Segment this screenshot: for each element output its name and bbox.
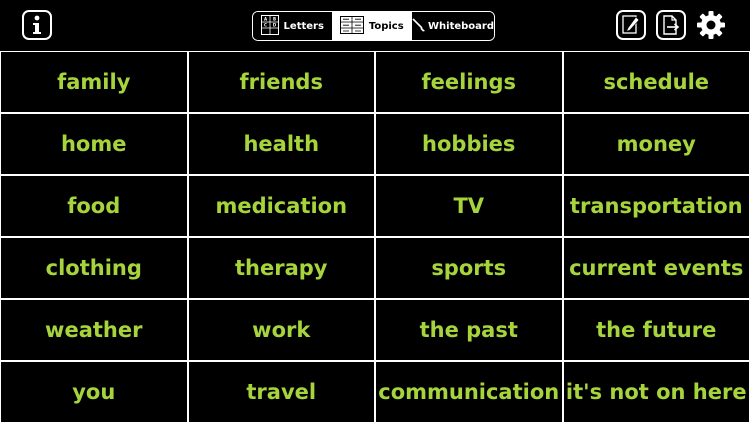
topic-transportation[interactable]: transportation [563,176,749,236]
info-icon [30,15,44,35]
info-button[interactable] [22,10,52,40]
topic-clothing[interactable]: clothing [1,238,187,298]
svg-text:A: A [263,16,267,21]
view-switcher: A B C D Letters Topics Whiteboard [252,11,495,41]
letters-grid-icon: A B C D [260,14,279,38]
topic-the-past[interactable]: the past [376,300,562,360]
pencil-icon [622,15,640,35]
topic-the-future[interactable]: the future [563,300,749,360]
topic-current-events[interactable]: current events [563,238,749,298]
topic-therapy[interactable]: therapy [188,238,374,298]
topic-work[interactable]: work [188,300,374,360]
tab-letters-label: Letters [283,20,324,32]
tab-topics[interactable]: Topics [332,12,412,40]
settings-button[interactable] [696,10,726,40]
brush-icon [412,17,426,35]
topic-communication[interactable]: communication [376,362,562,422]
topic-you[interactable]: you [1,362,187,422]
topic-tv[interactable]: TV [376,176,562,236]
svg-text:C: C [264,22,267,27]
topic-food[interactable]: food [1,176,187,236]
topic-money[interactable]: money [563,114,749,174]
topics-grid: family friends feelings schedule home he… [0,51,750,422]
topic-family[interactable]: family [1,52,187,112]
edit-button[interactable] [616,10,646,40]
tab-whiteboard[interactable]: Whiteboard [412,12,494,40]
topic-health[interactable]: health [188,114,374,174]
topic-schedule[interactable]: schedule [563,52,749,112]
topics-grid-icon [339,15,364,37]
export-button[interactable] [656,10,686,40]
topic-travel[interactable]: travel [188,362,374,422]
svg-text:D: D [272,22,276,27]
tab-letters[interactable]: A B C D Letters [253,12,333,40]
svg-text:B: B [273,16,276,21]
topic-not-on-here[interactable]: it's not on here [563,362,749,422]
gear-icon [695,9,727,41]
toolbar: A B C D Letters Topics Whiteboard [0,0,750,50]
topic-feelings[interactable]: feelings [376,52,562,112]
export-icon [662,15,680,35]
topic-hobbies[interactable]: hobbies [376,114,562,174]
topic-home[interactable]: home [1,114,187,174]
tab-whiteboard-label: Whiteboard [428,20,495,32]
topic-weather[interactable]: weather [1,300,187,360]
tab-topics-label: Topics [368,20,404,32]
topic-sports[interactable]: sports [376,238,562,298]
topic-friends[interactable]: friends [188,52,374,112]
topic-medication[interactable]: medication [188,176,374,236]
